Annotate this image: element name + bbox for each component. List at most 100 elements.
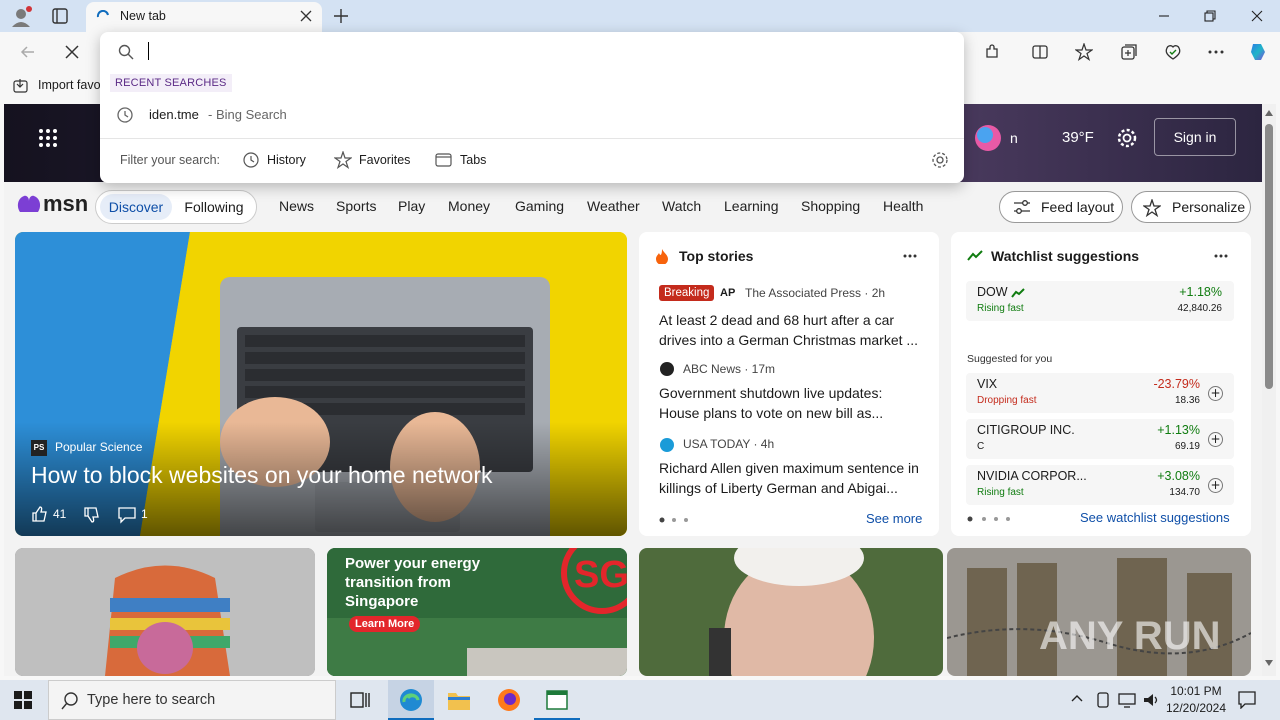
minimize-button[interactable]	[1141, 0, 1187, 32]
comment-icon[interactable]	[118, 506, 136, 524]
close-tab-icon[interactable]	[300, 10, 312, 22]
see-watchlist-link[interactable]: See watchlist suggestions	[1080, 510, 1230, 525]
watchlist-row[interactable]: CITIGROUP INC. C +1.13% 69.19 +	[966, 419, 1234, 459]
network-icon[interactable]	[1118, 692, 1136, 708]
nav-item-weather[interactable]: Weather	[587, 198, 640, 214]
windows-start-icon[interactable]	[14, 691, 32, 709]
add-to-watchlist-icon[interactable]: +	[1208, 478, 1223, 493]
restore-button[interactable]	[1187, 0, 1233, 32]
filter-history-button[interactable]: History	[242, 149, 312, 171]
story-card-soldiers[interactable]: ANY RUN	[947, 548, 1251, 676]
import-favorites-link[interactable]: Import favo	[38, 78, 101, 92]
add-to-watchlist-icon[interactable]: +	[1208, 432, 1223, 447]
scroll-thumb[interactable]	[1265, 124, 1273, 389]
watermark: ANY RUN	[1039, 614, 1221, 658]
nav-item-play[interactable]: Play	[398, 198, 425, 214]
story-headline[interactable]: At least 2 dead and 68 hurt after a car …	[659, 310, 924, 350]
watchlist-title: Watchlist suggestions	[991, 248, 1140, 264]
nav-item-money[interactable]: Money	[448, 198, 490, 214]
carousel-dots[interactable]	[659, 517, 689, 523]
show-hidden-icons[interactable]	[1071, 694, 1083, 702]
clock-time[interactable]: 10:01 PM	[1170, 684, 1222, 698]
personalize-icon	[1143, 199, 1161, 217]
story-headline[interactable]: Richard Allen given maximum sentence in …	[659, 458, 924, 498]
collections-icon[interactable]	[1115, 40, 1143, 64]
filter-tabs-button[interactable]: Tabs	[435, 149, 495, 171]
ad-learn-more-button[interactable]: Learn More	[349, 616, 421, 632]
ad-card[interactable]: Power your energy transition from Singap…	[327, 548, 627, 676]
clock-date[interactable]: 12/20/2024	[1164, 701, 1228, 715]
back-icon[interactable]	[14, 40, 42, 64]
ticker-value: 69.19	[1174, 441, 1200, 452]
sign-in-button[interactable]: Sign in	[1154, 118, 1236, 156]
copilot-icon[interactable]	[1244, 40, 1272, 64]
more-icon[interactable]	[903, 254, 917, 258]
new-tab-icon[interactable]	[333, 8, 349, 24]
scrollbar[interactable]	[1262, 104, 1276, 676]
dislike-icon[interactable]	[83, 506, 101, 524]
browser-essentials-icon[interactable]	[1159, 40, 1187, 64]
address-input[interactable]	[148, 40, 948, 62]
close-window-button[interactable]	[1234, 0, 1280, 32]
feed-layout-button[interactable]: Feed layout	[999, 191, 1123, 223]
sweater-image	[15, 548, 315, 676]
device-icon[interactable]	[1096, 692, 1110, 708]
msn-logo-icon[interactable]	[16, 192, 42, 216]
nav-item-watch[interactable]: Watch	[662, 198, 701, 214]
feature-headline[interactable]: How to block websites on your home netwo…	[31, 462, 493, 489]
nav-item-health[interactable]: Health	[883, 198, 923, 214]
feed-toggle: Discover Following	[95, 190, 257, 224]
star-icon	[334, 151, 352, 169]
firefox-icon[interactable]	[497, 688, 521, 712]
filter-favorites-button[interactable]: Favorites	[334, 149, 414, 171]
app-taskbar-button[interactable]	[534, 680, 580, 720]
watchlist-dots[interactable]	[967, 516, 1013, 522]
story-card-portrait[interactable]	[639, 548, 943, 676]
apps-grid-icon[interactable]	[38, 128, 58, 148]
recent-search-item[interactable]: iden.tme - Bing Search	[100, 102, 964, 128]
edge-taskbar-button[interactable]	[388, 680, 434, 720]
ap-logo: AP	[720, 287, 736, 299]
search-icon	[118, 44, 134, 60]
notifications-icon[interactable]	[1238, 691, 1256, 709]
favorites-icon[interactable]	[1070, 40, 1098, 64]
extensions-icon[interactable]	[978, 40, 1006, 64]
scroll-down-icon[interactable]	[1265, 660, 1273, 666]
tab-new-tab[interactable]: New tab	[86, 2, 322, 32]
tab-actions-icon[interactable]	[52, 8, 68, 24]
profile-icon[interactable]	[10, 6, 32, 28]
add-to-watchlist-icon[interactable]: +	[1208, 386, 1223, 401]
stop-loading-icon[interactable]	[58, 40, 86, 64]
volume-icon[interactable]	[1143, 692, 1161, 708]
search-icon	[61, 692, 79, 710]
copilot-logo-icon	[972, 122, 1004, 154]
more-icon[interactable]	[1214, 254, 1228, 258]
watchlist-row[interactable]: VIX Dropping fast -23.79% 18.36 +	[966, 373, 1234, 413]
more-options-icon[interactable]	[1202, 40, 1230, 64]
nav-item-shopping[interactable]: Shopping	[801, 198, 860, 214]
nav-item-sports[interactable]: Sports	[336, 198, 376, 214]
following-pill[interactable]: Following	[178, 194, 250, 220]
scroll-up-icon[interactable]	[1265, 110, 1273, 116]
see-more-link[interactable]: See more	[866, 511, 922, 526]
nav-item-gaming[interactable]: Gaming	[515, 198, 564, 214]
discover-pill[interactable]: Discover	[100, 194, 172, 220]
watchlist-row[interactable]: NVIDIA CORPOR... Rising fast +3.08% 134.70 +	[966, 465, 1234, 505]
settings-icon[interactable]	[931, 151, 949, 169]
watchlist-row-dow[interactable]: DOW Rising fast +1.18% 42,840.26	[966, 281, 1234, 321]
story-headline[interactable]: Government shutdown live updates: House …	[659, 383, 924, 423]
nav-item-learning[interactable]: Learning	[724, 198, 779, 214]
temperature[interactable]: 39°F	[1062, 129, 1094, 146]
feature-card[interactable]: PS Popular Science How to block websites…	[15, 232, 627, 536]
edge-icon	[399, 688, 423, 712]
nav-item-news[interactable]: News	[279, 198, 314, 214]
story-card-sweater[interactable]	[15, 548, 315, 676]
task-view-icon[interactable]	[350, 690, 370, 710]
taskbar-search-box[interactable]: Type here to search	[48, 680, 336, 720]
file-explorer-icon[interactable]	[447, 689, 471, 711]
split-screen-icon[interactable]	[1026, 40, 1054, 64]
settings-gear-icon[interactable]	[1116, 127, 1138, 149]
like-icon[interactable]	[31, 505, 49, 523]
divider	[100, 138, 964, 139]
personalize-button[interactable]: Personalize	[1131, 191, 1251, 223]
